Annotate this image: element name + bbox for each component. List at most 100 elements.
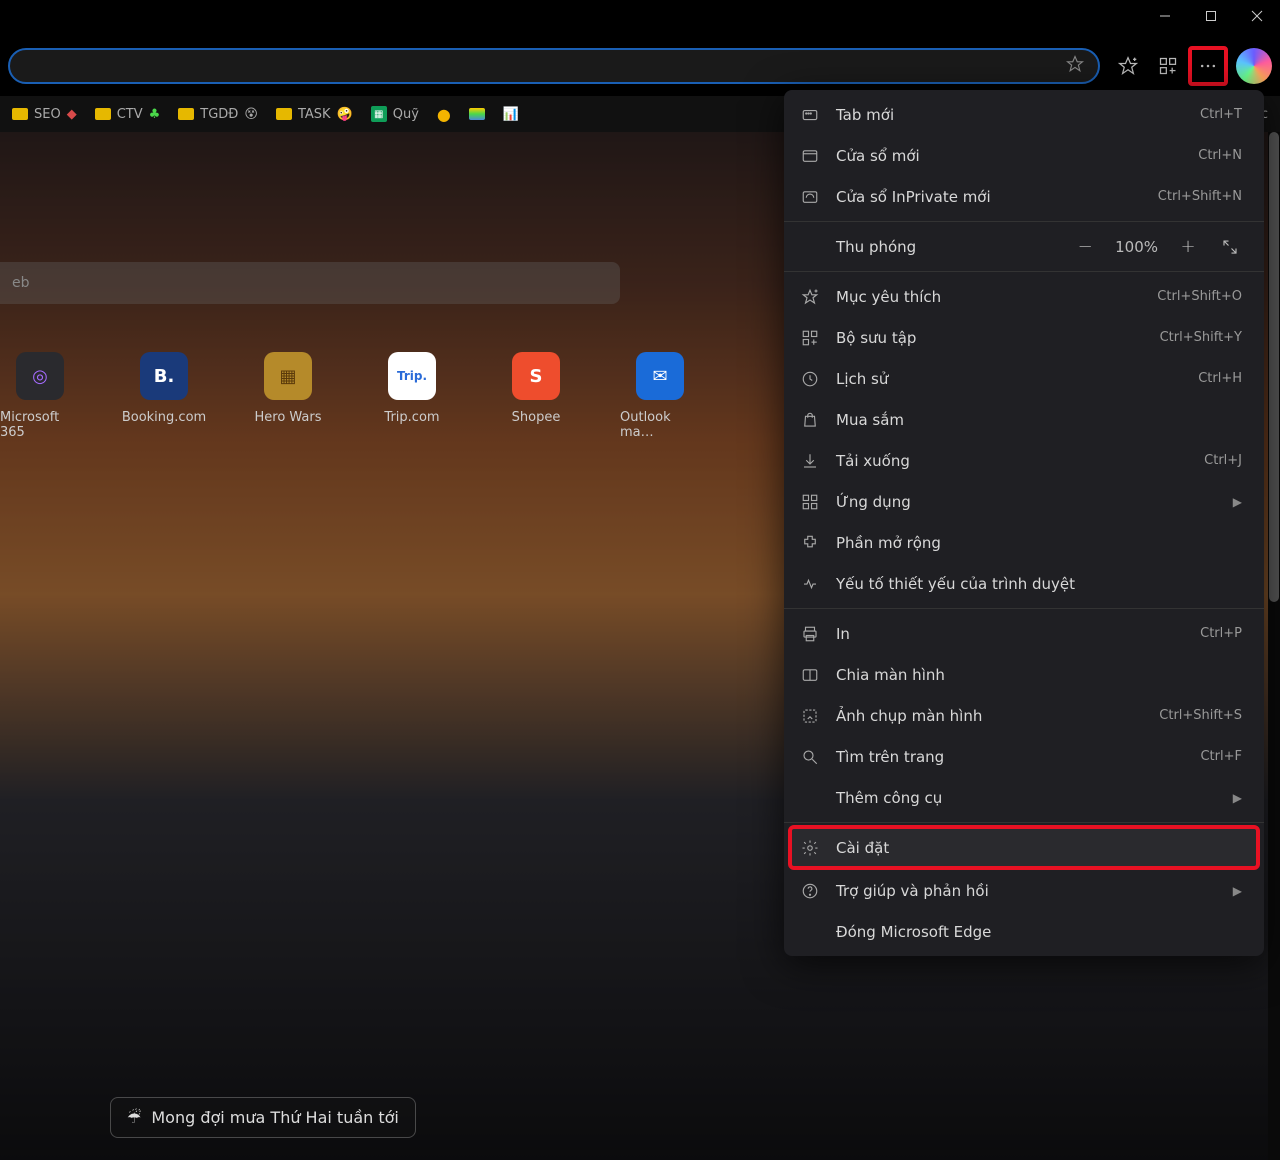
menu-item-screenshot[interactable]: Ảnh chụp màn hìnhCtrl+Shift+S	[784, 695, 1264, 736]
quick-link[interactable]: ▦ Hero Wars	[248, 352, 328, 440]
menu-separator	[784, 221, 1264, 222]
quick-link[interactable]: Trip. Trip.com	[372, 352, 452, 440]
menu-label: Yếu tố thiết yếu của trình duyệt	[836, 575, 1242, 593]
bookmark-item[interactable]: CTV ♣	[95, 107, 161, 122]
search-placeholder: eb	[12, 275, 30, 291]
menu-item-download[interactable]: Tải xuốngCtrl+J	[784, 440, 1264, 481]
quicklink-label: Microsoft 365	[0, 410, 80, 440]
folder-icon	[95, 108, 111, 120]
menu-item-collections[interactable]: Bộ sưu tậpCtrl+Shift+Y	[784, 317, 1264, 358]
menu-item-shopping[interactable]: Mua sắm	[784, 399, 1264, 440]
inprivate-icon	[800, 188, 820, 206]
bookmark-item[interactable]	[469, 108, 485, 120]
quicklink-label: Trip.com	[384, 410, 439, 425]
menu-label: Cửa sổ mới	[836, 147, 1182, 165]
screenshot-icon	[800, 707, 820, 725]
menu-label: In	[836, 625, 1184, 643]
close-button[interactable]	[1234, 0, 1280, 32]
toolbar	[0, 44, 1280, 88]
menu-item-extension[interactable]: Phần mở rộng	[784, 522, 1264, 563]
menu-shortcut: Ctrl+N	[1198, 148, 1242, 163]
menu-label: Đóng Microsoft Edge	[836, 923, 1242, 941]
quicklink-icon: ◎	[16, 352, 64, 400]
chevron-right-icon: ▶	[1233, 495, 1242, 509]
bookmark-item[interactable]: TASK 🤪	[276, 107, 353, 122]
bookmark-label: Quỹ	[393, 107, 419, 122]
menu-label: Trợ giúp và phản hồi	[836, 882, 1217, 900]
menu-item-history[interactable]: Lịch sửCtrl+H	[784, 358, 1264, 399]
print-icon	[800, 625, 820, 643]
download-icon	[800, 452, 820, 470]
star-icon[interactable]	[1066, 55, 1084, 77]
menu-item-window[interactable]: Cửa sổ mới Ctrl+N	[784, 135, 1264, 176]
scroll-thumb[interactable]	[1269, 132, 1279, 602]
menu-label: Mục yêu thích	[836, 288, 1141, 306]
menu-item-none[interactable]: Đóng Microsoft Edge	[784, 911, 1264, 952]
quick-link[interactable]: S Shopee	[496, 352, 576, 440]
bookmark-item[interactable]: 📊	[503, 107, 519, 122]
zoom-in-button[interactable]: +	[1176, 235, 1200, 259]
menu-item-split[interactable]: Chia màn hình	[784, 654, 1264, 695]
weather-text: Mong đợi mưa Thứ Hai tuần tới	[151, 1108, 399, 1127]
none-icon	[800, 789, 820, 807]
folder-icon	[276, 108, 292, 120]
quicklink-label: Outlook ma…	[620, 410, 700, 440]
address-bar[interactable]	[8, 48, 1100, 84]
bookmark-item[interactable]: SEO ◆	[12, 107, 77, 122]
menu-label: Ứng dụng	[836, 493, 1217, 511]
menu-shortcut: Ctrl+F	[1200, 749, 1242, 764]
menu-label: Thêm công cụ	[836, 789, 1217, 807]
help-icon	[800, 882, 820, 900]
fullscreen-button[interactable]	[1218, 235, 1242, 259]
menu-item-performance[interactable]: Yếu tố thiết yếu của trình duyệt	[784, 563, 1264, 604]
menu-item-inprivate[interactable]: Cửa sổ InPrivate mớiCtrl+Shift+N	[784, 176, 1264, 217]
split-icon	[800, 666, 820, 684]
menu-item-gear[interactable]: Cài đặt	[790, 827, 1258, 868]
bookmark-item[interactable]: ▦ Quỹ	[371, 106, 419, 122]
menu-item-print[interactable]: InCtrl+P	[784, 613, 1264, 654]
bookmark-item[interactable]: ●	[437, 105, 451, 124]
apps-icon	[800, 493, 820, 511]
menu-item-help[interactable]: Trợ giúp và phản hồi ▶	[784, 870, 1264, 911]
menu-label: Tìm trên trang	[836, 748, 1184, 766]
menu-item-apps[interactable]: Ứng dụng ▶	[784, 481, 1264, 522]
quick-link[interactable]: ◎ Microsoft 365	[0, 352, 80, 440]
window-controls	[1142, 0, 1280, 32]
menu-item-find[interactable]: Tìm trên trang Ctrl+F	[784, 736, 1264, 777]
menu-label: Bộ sưu tập	[836, 329, 1144, 347]
find-icon	[800, 748, 820, 766]
quick-link[interactable]: ✉ Outlook ma…	[620, 352, 700, 440]
bookmark-label: CTV	[117, 107, 143, 122]
copilot-icon[interactable]	[1236, 48, 1272, 84]
search-input[interactable]: eb	[0, 262, 620, 304]
maximize-button[interactable]	[1188, 0, 1234, 32]
tab-icon	[800, 106, 820, 124]
bookmark-item[interactable]: TGDĐ 😵	[178, 107, 258, 122]
quicklink-icon: ▦	[264, 352, 312, 400]
vertical-scrollbar[interactable]	[1268, 132, 1280, 1160]
menu-item-star[interactable]: Mục yêu thíchCtrl+Shift+O	[784, 276, 1264, 317]
history-icon	[800, 370, 820, 388]
menu-label: Chia màn hình	[836, 666, 1242, 684]
star-icon	[800, 288, 820, 306]
collections-icon[interactable]	[1148, 46, 1188, 86]
chevron-right-icon: ▶	[1233, 884, 1242, 898]
menu-item-none[interactable]: Thêm công cụ▶	[784, 777, 1264, 818]
folder-icon	[178, 108, 194, 120]
menu-separator	[784, 822, 1264, 823]
quick-link[interactable]: B. Booking.com	[124, 352, 204, 440]
zoom-out-button[interactable]: −	[1073, 235, 1097, 259]
menu-item-tab[interactable]: Tab mớiCtrl+T	[784, 94, 1264, 135]
more-menu-button[interactable]	[1188, 46, 1228, 86]
shopping-icon	[800, 411, 820, 429]
window-icon	[800, 147, 820, 165]
minimize-button[interactable]	[1142, 0, 1188, 32]
zoom-value: 100%	[1115, 238, 1158, 256]
favorites-icon[interactable]	[1108, 46, 1148, 86]
weather-card[interactable]: ☔ Mong đợi mưa Thứ Hai tuần tới	[110, 1097, 416, 1138]
collections-icon	[800, 329, 820, 347]
menu-shortcut: Ctrl+H	[1198, 371, 1242, 386]
folder-icon	[12, 108, 28, 120]
menu-shortcut: Ctrl+T	[1200, 107, 1242, 122]
quicklink-icon: S	[512, 352, 560, 400]
